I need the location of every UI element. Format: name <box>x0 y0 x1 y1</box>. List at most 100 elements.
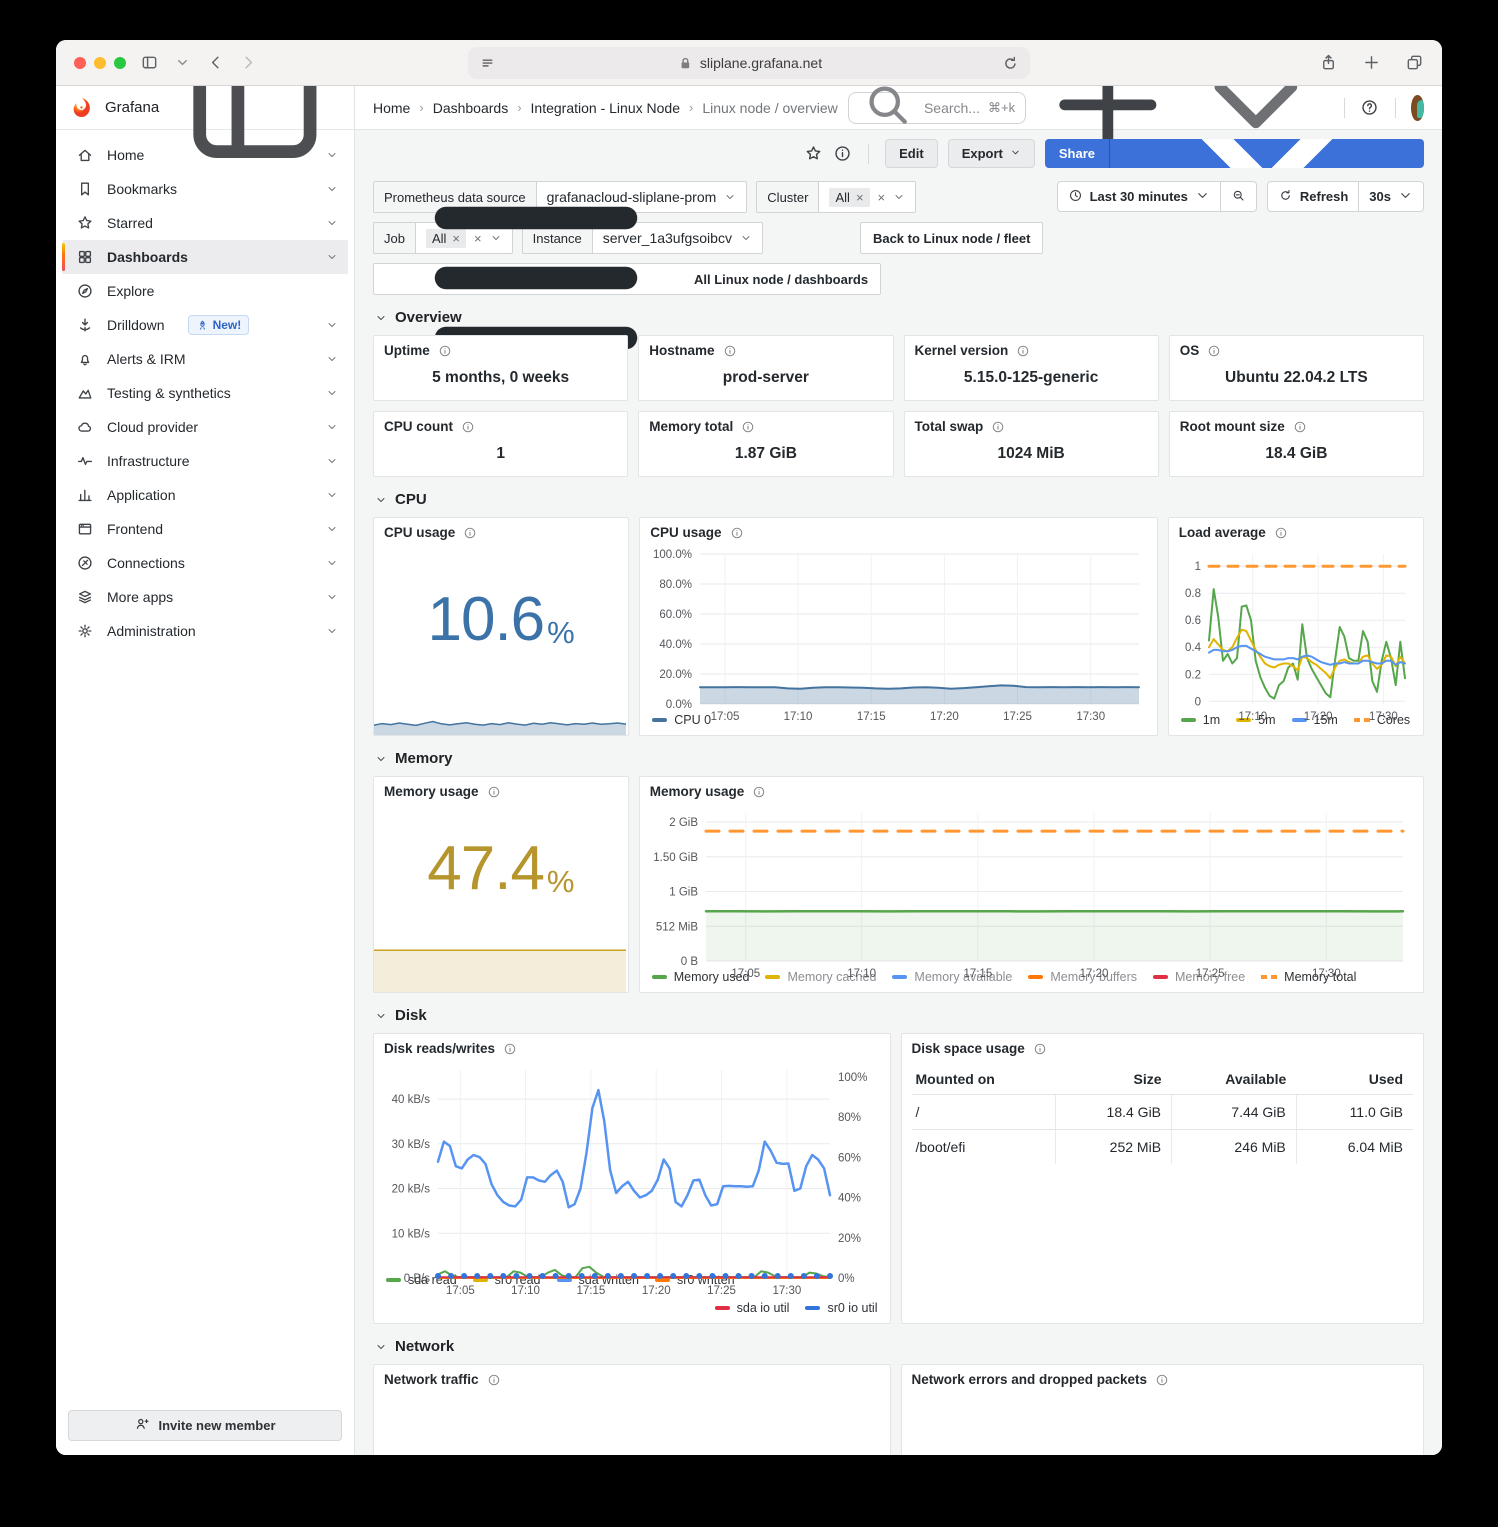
export-button[interactable]: Export <box>948 139 1035 168</box>
back-to-fleet-button[interactable]: Back to Linux node / fleet <box>860 222 1043 254</box>
maximize-window-button[interactable] <box>114 57 126 69</box>
refresh-interval-picker[interactable]: 30s <box>1358 182 1423 211</box>
time-controls: Last 30 minutes Refresh <box>1057 181 1424 212</box>
info-icon[interactable] <box>991 420 1005 434</box>
info-icon[interactable] <box>723 344 737 358</box>
sidebar-item-frontend[interactable]: Frontend <box>62 512 348 546</box>
table-header-cell[interactable]: Used <box>1296 1064 1413 1095</box>
chevron-down-icon[interactable] <box>326 523 338 535</box>
all-dashboards-button[interactable]: All Linux node / dashboards <box>373 263 881 295</box>
share-page-icon[interactable] <box>1319 53 1338 72</box>
share-menu-chevron[interactable] <box>1109 139 1424 168</box>
chevron-down-icon[interactable] <box>326 421 338 433</box>
info-icon[interactable] <box>1033 1042 1047 1056</box>
chevron-down-icon[interactable] <box>326 489 338 501</box>
remove-value-icon[interactable]: × <box>856 190 864 205</box>
sidebar-item-cloud-provider[interactable]: Cloud provider <box>62 410 348 444</box>
clear-icon[interactable]: × <box>878 190 886 205</box>
tabs-overview-icon[interactable] <box>1405 53 1424 72</box>
table-row[interactable]: /18.4 GiB7.44 GiB11.0 GiB <box>912 1095 1414 1130</box>
chevron-down-icon[interactable] <box>326 625 338 637</box>
info-icon[interactable] <box>463 526 477 540</box>
chevron-down-icon[interactable] <box>326 251 338 263</box>
sidebar-item-bookmarks[interactable]: Bookmarks <box>62 172 348 206</box>
sidebar-item-dashboards[interactable]: Dashboards <box>62 240 348 274</box>
sidebar-item-testing-synthetics[interactable]: Testing & synthetics <box>62 376 348 410</box>
chevron-down-icon[interactable] <box>326 149 338 161</box>
memory-usage-chart[interactable]: 0 B512 MiB1 GiB1.50 GiB2 GiB17:0517:1017… <box>648 805 1415 967</box>
help-icon[interactable] <box>1360 98 1379 117</box>
breadcrumb-item[interactable]: Home <box>373 100 410 116</box>
chevron-down-icon[interactable] <box>326 557 338 569</box>
time-range-picker[interactable]: Last 30 minutes <box>1058 182 1220 211</box>
info-icon[interactable] <box>503 1042 517 1056</box>
chevron-down-icon[interactable] <box>326 591 338 603</box>
user-avatar[interactable] <box>1411 95 1424 121</box>
zoom-out-button[interactable] <box>1220 182 1256 211</box>
info-icon[interactable] <box>461 420 475 434</box>
chevron-down-icon[interactable] <box>326 353 338 365</box>
chevron-down-icon[interactable] <box>326 183 338 195</box>
close-window-button[interactable] <box>74 57 86 69</box>
section-disk[interactable]: Disk <box>375 1007 1424 1024</box>
minimize-window-button[interactable] <box>94 57 106 69</box>
sidebar-item-application[interactable]: Application <box>62 478 348 512</box>
grafana-logo[interactable] <box>70 96 94 120</box>
load-average-chart[interactable]: 00.20.40.60.8117:1017:2017:30 <box>1177 546 1415 710</box>
sidebar-item-starred[interactable]: Starred <box>62 206 348 240</box>
section-memory[interactable]: Memory <box>375 750 1424 767</box>
favorite-star-icon[interactable] <box>804 144 823 163</box>
forward-icon[interactable] <box>239 53 258 72</box>
cpu-usage-chart[interactable]: 0.0%20.0%40.0%60.0%80.0%100.0%17:0517:10… <box>648 546 1149 710</box>
info-icon[interactable] <box>487 785 501 799</box>
chevron-down-icon[interactable] <box>173 53 192 72</box>
legend-item[interactable]: sr0 io util <box>805 1301 877 1315</box>
back-icon[interactable] <box>206 53 225 72</box>
disk-reads-writes-chart[interactable]: 0 B/s10 kB/s20 kB/s30 kB/s40 kB/s0%20%40… <box>382 1062 882 1270</box>
breadcrumb-item[interactable]: Integration - Linux Node <box>531 100 680 116</box>
sidebar-item-more-apps[interactable]: More apps <box>62 580 348 614</box>
table-header-cell[interactable]: Size <box>1055 1064 1171 1095</box>
sidebar-item-connections[interactable]: Connections <box>62 546 348 580</box>
info-icon[interactable] <box>1293 420 1307 434</box>
new-tab-icon[interactable] <box>1362 53 1381 72</box>
search-input[interactable]: Search... ⌘+k <box>848 92 1026 124</box>
info-icon[interactable] <box>1207 344 1221 358</box>
legend-item[interactable]: sda io util <box>715 1301 790 1315</box>
sidebar-item-drilldown[interactable]: DrilldownNew! <box>62 308 348 342</box>
sidebar-item-administration[interactable]: Administration <box>62 614 348 648</box>
info-icon[interactable] <box>438 344 452 358</box>
info-icon[interactable] <box>730 526 744 540</box>
invite-new-member-button[interactable]: Invite new member <box>68 1410 342 1441</box>
chevron-down-icon[interactable] <box>326 455 338 467</box>
table-header-cell[interactable]: Available <box>1172 1064 1297 1095</box>
sidebar-item-home[interactable]: Home <box>62 138 348 172</box>
address-bar[interactable]: sliplane.grafana.net <box>468 47 1030 79</box>
info-icon[interactable] <box>1155 1373 1169 1387</box>
chevron-down-icon[interactable] <box>326 387 338 399</box>
cluster-value[interactable]: All× × <box>819 182 915 212</box>
section-cpu[interactable]: CPU <box>375 491 1424 508</box>
section-network[interactable]: Network <box>375 1338 1424 1355</box>
info-icon[interactable] <box>1016 344 1030 358</box>
info-icon[interactable] <box>752 785 766 799</box>
info-icon[interactable] <box>741 420 755 434</box>
reader-icon[interactable] <box>478 54 497 73</box>
edit-button[interactable]: Edit <box>885 139 938 168</box>
table-row[interactable]: /boot/efi252 MiB246 MiB6.04 MiB <box>912 1130 1414 1165</box>
info-icon[interactable] <box>1274 526 1288 540</box>
sidebar-item-alerts-irm[interactable]: Alerts & IRM <box>62 342 348 376</box>
chevron-down-icon[interactable] <box>326 319 338 331</box>
sidebar-item-explore[interactable]: Explore <box>62 274 348 308</box>
share-button[interactable]: Share <box>1045 139 1424 168</box>
table-header-cell[interactable]: Mounted on <box>912 1064 1056 1095</box>
browser-sidebar-icon[interactable] <box>140 53 159 72</box>
refresh-button[interactable]: Refresh <box>1268 182 1358 211</box>
dashboard-info-icon[interactable] <box>833 144 852 163</box>
sidebar-item-infrastructure[interactable]: Infrastructure <box>62 444 348 478</box>
info-icon[interactable] <box>487 1373 501 1387</box>
dashboard-scroll-area[interactable]: Prometheus data source grafanacloud-slip… <box>355 171 1442 1455</box>
breadcrumb-item[interactable]: Dashboards <box>433 100 509 116</box>
reload-icon[interactable] <box>1001 54 1020 73</box>
chevron-down-icon[interactable] <box>326 217 338 229</box>
